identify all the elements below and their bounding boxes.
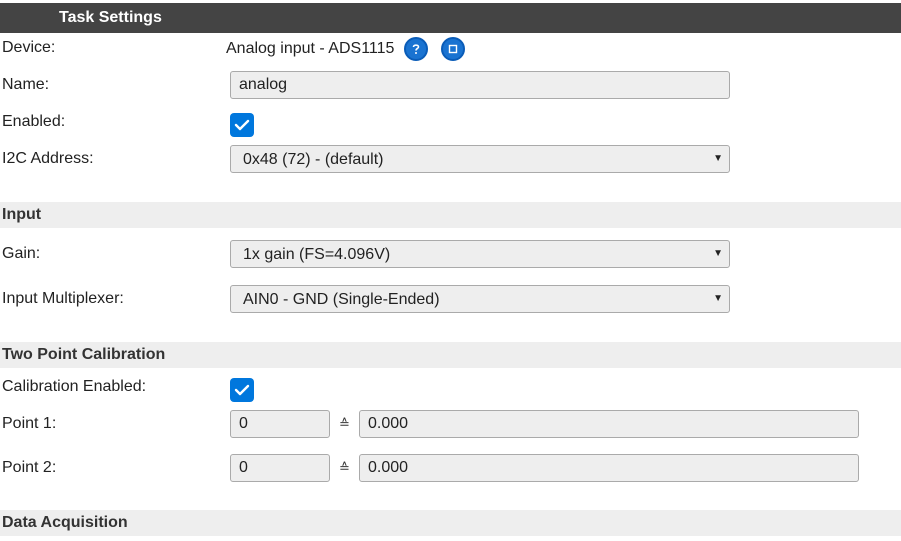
gain-value: 1x gain (FS=4.096V)	[243, 246, 391, 263]
header-title: Task Settings	[59, 9, 162, 26]
i2c-address-label: I2C Address:	[2, 150, 94, 167]
section-input: Input	[0, 202, 901, 228]
square-icon	[448, 44, 458, 54]
info-button[interactable]	[441, 37, 465, 61]
check-icon	[234, 384, 250, 396]
device-value: Analog input - ADS1115	[226, 40, 395, 57]
gain-select[interactable]: 1x gain (FS=4.096V) ▼	[230, 240, 730, 268]
i2c-address-value: 0x48 (72) - (default)	[243, 151, 384, 168]
check-icon	[234, 119, 250, 131]
section-calibration-title: Two Point Calibration	[2, 346, 166, 363]
point2-raw-input[interactable]	[230, 454, 330, 482]
i2c-address-select[interactable]: 0x48 (72) - (default) ▼	[230, 145, 730, 173]
question-icon	[412, 44, 420, 54]
task-settings-header: Task Settings	[0, 3, 901, 33]
section-input-title: Input	[2, 206, 42, 223]
chevron-down-icon: ▼	[713, 248, 723, 259]
point1-raw-input[interactable]	[230, 410, 330, 438]
point2-value-input[interactable]	[359, 454, 859, 482]
name-input[interactable]	[230, 71, 730, 99]
point2-equals-symbol: ≙	[339, 460, 350, 475]
help-button[interactable]	[404, 37, 428, 61]
chevron-down-icon: ▼	[713, 293, 723, 304]
point1-label: Point 1:	[2, 415, 57, 432]
enabled-label: Enabled:	[2, 113, 66, 130]
device-label: Device:	[2, 39, 56, 56]
name-label: Name:	[2, 76, 50, 93]
gain-label: Gain:	[2, 245, 41, 262]
point2-label: Point 2:	[2, 459, 57, 476]
section-acquisition-title: Data Acquisition	[2, 514, 128, 531]
enabled-checkbox[interactable]	[230, 113, 254, 137]
section-calibration: Two Point Calibration	[0, 342, 901, 368]
point1-value-input[interactable]	[359, 410, 859, 438]
multiplexer-label: Input Multiplexer:	[2, 290, 124, 307]
section-acquisition: Data Acquisition	[0, 510, 901, 536]
point1-equals-symbol: ≙	[339, 416, 350, 431]
chevron-down-icon: ▼	[713, 153, 723, 164]
calibration-enabled-label: Calibration Enabled:	[2, 378, 147, 395]
multiplexer-value: AIN0 - GND (Single-Ended)	[243, 291, 440, 308]
multiplexer-select[interactable]: AIN0 - GND (Single-Ended) ▼	[230, 285, 730, 313]
calibration-enabled-checkbox[interactable]	[230, 378, 254, 402]
